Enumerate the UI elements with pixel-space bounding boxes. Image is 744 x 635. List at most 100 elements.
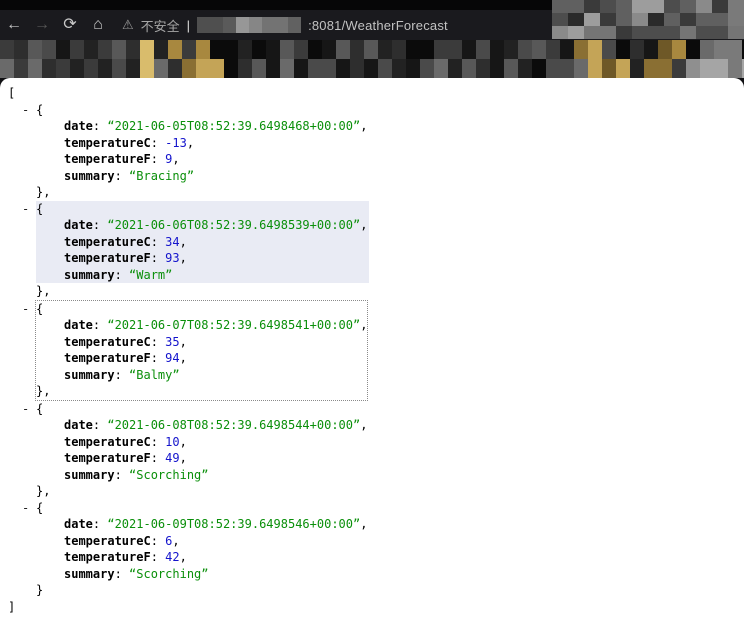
json-line: temperatureF: 49, bbox=[36, 450, 744, 467]
redacted-block bbox=[664, 26, 680, 39]
json-line: }, bbox=[36, 383, 367, 400]
redacted-block bbox=[588, 59, 602, 78]
forward-icon[interactable]: → bbox=[28, 10, 56, 40]
json-line: temperatureF: 93, bbox=[36, 250, 369, 267]
redacted-block bbox=[224, 59, 238, 78]
redacted-block bbox=[266, 40, 280, 59]
redacted-block bbox=[546, 59, 560, 78]
redacted-block bbox=[70, 40, 84, 59]
redacted-block bbox=[236, 17, 249, 33]
json-object-block: -{date: “2021-06-09T08:52:39.6498546+00:… bbox=[36, 500, 744, 599]
json-number-value: 34 bbox=[165, 235, 179, 249]
redacted-block bbox=[616, 59, 630, 78]
json-line: temperatureC: 6, bbox=[36, 533, 744, 550]
redacted-block bbox=[154, 40, 168, 59]
redacted-block bbox=[574, 59, 588, 78]
json-colon: : bbox=[151, 435, 165, 449]
redacted-block bbox=[712, 0, 728, 13]
redacted-block bbox=[168, 59, 182, 78]
json-number-value: 10 bbox=[165, 435, 179, 449]
collapse-toggle[interactable]: - bbox=[22, 401, 29, 418]
json-colon: : bbox=[93, 318, 107, 332]
redacted-block bbox=[378, 40, 392, 59]
json-colon: : bbox=[151, 451, 165, 465]
redacted-block bbox=[648, 13, 664, 26]
redacted-block bbox=[350, 40, 364, 59]
redacted-block bbox=[602, 59, 616, 78]
redacted-block bbox=[197, 17, 210, 33]
collapse-toggle[interactable]: - bbox=[22, 500, 29, 517]
redacted-block bbox=[560, 40, 574, 59]
redacted-block bbox=[182, 59, 196, 78]
warning-icon[interactable]: ⚠ bbox=[122, 17, 134, 33]
redacted-block bbox=[462, 59, 476, 78]
redacted-block bbox=[238, 40, 252, 59]
json-comma: , bbox=[180, 435, 187, 449]
collapse-toggle[interactable]: - bbox=[22, 301, 29, 318]
redacted-block bbox=[126, 40, 140, 59]
json-line: temperatureF: 94, bbox=[36, 350, 367, 367]
json-object-props: date: “2021-06-08T08:52:39.6498544+00:00… bbox=[36, 417, 744, 483]
redacted-block bbox=[84, 40, 98, 59]
json-comma: , bbox=[187, 136, 194, 150]
json-number-value: 42 bbox=[165, 550, 179, 564]
redacted-block bbox=[696, 26, 712, 39]
redacted-block bbox=[644, 59, 658, 78]
json-comma: , bbox=[172, 534, 179, 548]
json-key: temperatureC bbox=[64, 136, 151, 150]
json-object-block: -{date: “2021-06-08T08:52:39.6498544+00:… bbox=[36, 401, 744, 500]
redacted-block bbox=[584, 0, 600, 13]
url-redacted-host bbox=[197, 17, 301, 33]
redacted-block bbox=[336, 59, 350, 78]
json-colon: : bbox=[115, 468, 129, 482]
json-line: }, bbox=[36, 184, 744, 201]
redacted-block bbox=[714, 40, 728, 59]
page-content: [-{date: “2021-06-05T08:52:39.6498468+00… bbox=[0, 78, 744, 635]
redacted-block bbox=[584, 13, 600, 26]
redacted-block bbox=[714, 59, 728, 78]
redacted-block bbox=[322, 59, 336, 78]
json-record: -{date: “2021-06-09T08:52:39.6498546+00:… bbox=[0, 500, 744, 599]
redacted-block bbox=[0, 59, 14, 78]
json-line: date: “2021-06-06T08:52:39.6498539+00:00… bbox=[36, 217, 369, 234]
object-open-brace: { bbox=[36, 402, 43, 416]
json-line: -{ bbox=[36, 301, 367, 318]
json-key: temperatureC bbox=[64, 534, 151, 548]
object-close-brace: } bbox=[36, 583, 43, 597]
redacted-block bbox=[42, 59, 56, 78]
redacted-block bbox=[28, 59, 42, 78]
redacted-block bbox=[420, 59, 434, 78]
redacted-block bbox=[728, 59, 742, 78]
redacted-block bbox=[532, 59, 546, 78]
back-icon[interactable]: ← bbox=[0, 10, 28, 40]
json-line: ] bbox=[8, 599, 744, 616]
json-comma: , bbox=[180, 451, 187, 465]
redacted-block bbox=[602, 40, 616, 59]
redacted-block bbox=[532, 40, 546, 59]
redacted-block bbox=[574, 40, 588, 59]
json-line: }, bbox=[36, 283, 744, 300]
home-icon[interactable]: ⌂ bbox=[84, 10, 112, 40]
address-bar[interactable]: ⚠ 不安全 | :8081/WeatherForecast bbox=[122, 13, 448, 37]
collapse-toggle[interactable]: - bbox=[22, 201, 29, 218]
json-line: summary: “Warm” bbox=[36, 267, 369, 284]
redacted-block bbox=[308, 59, 322, 78]
refresh-icon[interactable]: ⟳ bbox=[56, 10, 84, 40]
json-number-value: 94 bbox=[165, 351, 179, 365]
toolbar-redacted-region bbox=[552, 0, 744, 40]
json-number-value: 49 bbox=[165, 451, 179, 465]
json-colon: : bbox=[93, 119, 107, 133]
json-line: date: “2021-06-05T08:52:39.6498468+00:00… bbox=[36, 118, 744, 135]
redacted-block bbox=[632, 13, 648, 26]
collapse-toggle[interactable]: - bbox=[22, 102, 29, 119]
json-string-value: “2021-06-05T08:52:39.6498468+00:00” bbox=[107, 119, 360, 133]
json-object-props: date: “2021-06-09T08:52:39.6498546+00:00… bbox=[36, 516, 744, 582]
json-key: date bbox=[64, 517, 93, 531]
json-line: date: “2021-06-08T08:52:39.6498544+00:00… bbox=[36, 417, 744, 434]
json-object-props: date: “2021-06-06T08:52:39.6498539+00:00… bbox=[36, 217, 369, 283]
redacted-block bbox=[600, 0, 616, 13]
json-key: date bbox=[64, 218, 93, 232]
json-string-value: “2021-06-08T08:52:39.6498544+00:00” bbox=[107, 418, 360, 432]
json-string-value: “Scorching” bbox=[129, 468, 208, 482]
browser-toolbar: ← → ⟳ ⌂ ⚠ 不安全 | :8081/WeatherForecast bbox=[0, 10, 744, 40]
